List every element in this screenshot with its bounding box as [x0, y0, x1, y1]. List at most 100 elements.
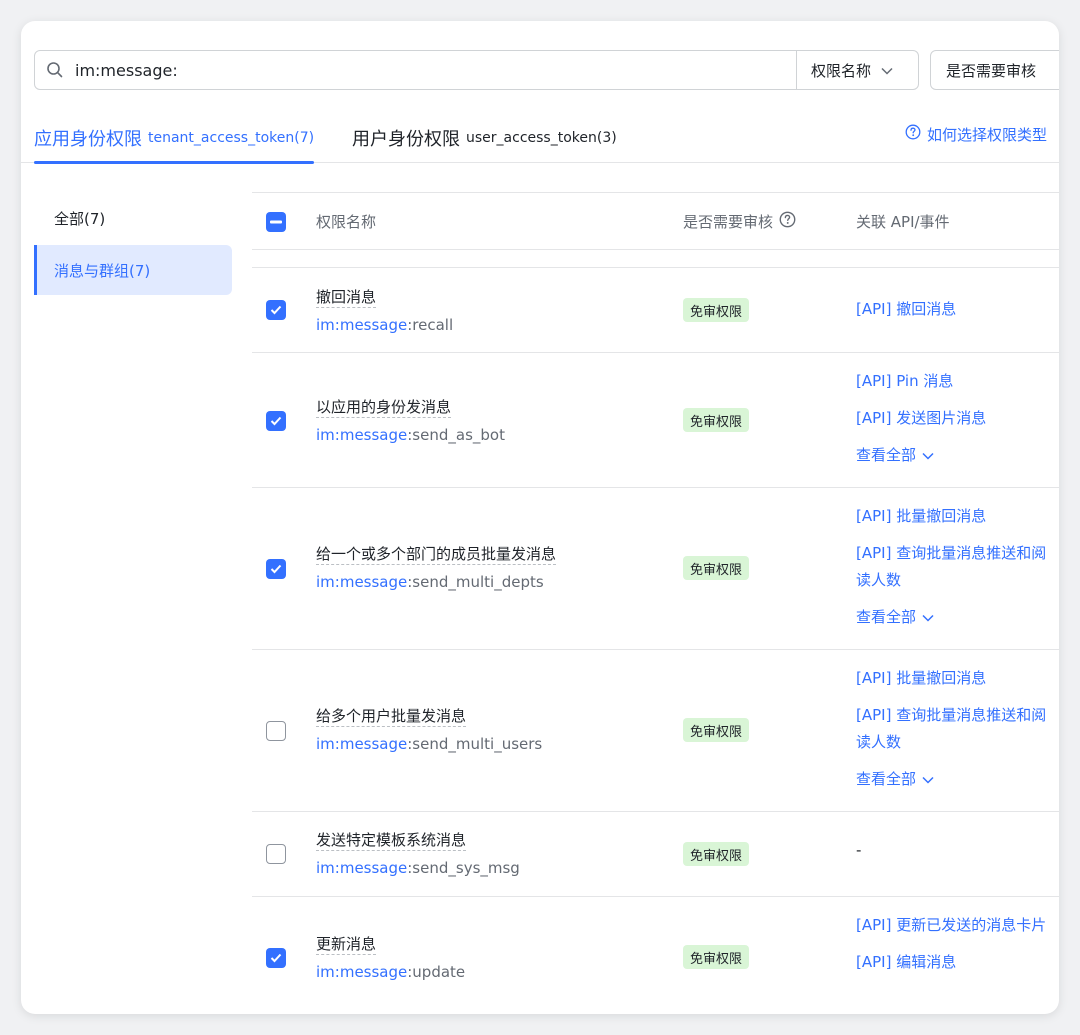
sidebar-item-label: 全部(7): [54, 209, 106, 228]
permission-cell: 发送特定模板系统消息 im:message:send_sys_msg: [316, 830, 520, 878]
view-all-label: 查看全部: [856, 770, 917, 788]
sidebar-item-messages-groups[interactable]: 消息与群组(7): [34, 245, 232, 295]
permission-name: 发送特定模板系统消息: [316, 831, 467, 851]
permission-name: 给一个或多个部门的成员批量发消息: [316, 545, 557, 565]
permission-namespace: im:message: [316, 963, 408, 981]
view-all-link[interactable]: 查看全部: [856, 442, 1056, 469]
permission-scope: :send_sys_msg: [407, 859, 520, 877]
chevron-down-icon: [922, 766, 934, 793]
tab-tenant-access-token[interactable]: 应用身份权限 tenant_access_token(7): [34, 113, 315, 164]
no-api-placeholder: -: [856, 841, 862, 859]
token-tabs: 应用身份权限 tenant_access_token(7) 用户身份权限 use…: [21, 113, 1059, 164]
api-link[interactable]: [API] 查询批量消息推送和阅读人数: [856, 540, 1056, 594]
related-api-list: [API] 批量撤回消息 [API] 查询批量消息推送和阅读人数 查看全部: [856, 503, 1056, 631]
status-badge: 免审权限: [683, 945, 750, 969]
search-field-select[interactable]: 权限名称: [797, 51, 918, 89]
table-spacer: [252, 250, 1059, 268]
row-checkbox[interactable]: [266, 411, 286, 431]
permission-scope: :update: [407, 963, 466, 981]
api-link[interactable]: [API] 批量撤回消息: [856, 503, 1056, 530]
question-circle-icon[interactable]: [779, 211, 796, 232]
api-link[interactable]: [API] 发送图片消息: [856, 405, 1056, 432]
question-circle-icon: [905, 124, 921, 144]
table-row: 撤回消息 im:message:recall 免审权限 [API] 撤回消息: [252, 268, 1059, 353]
status-badge: 免审权限: [683, 842, 750, 866]
status-badge: 免审权限: [683, 298, 750, 322]
help-link-label: 如何选择权限类型: [927, 125, 1048, 144]
permission-cell: 以应用的身份发消息 im:message:send_as_bot: [316, 397, 505, 445]
chevron-down-icon: [922, 604, 934, 631]
permission-namespace: im:message: [316, 735, 408, 753]
chevron-down-icon: [922, 442, 934, 469]
api-link[interactable]: [API] 更新已发送的消息卡片: [856, 912, 1056, 939]
category-sidebar: 全部(7) 消息与群组(7): [34, 193, 232, 295]
table-row: 发送特定模板系统消息 im:message:send_sys_msg 免审权限 …: [252, 812, 1059, 897]
permission-namespace: im:message: [316, 316, 408, 334]
table-row: 给一个或多个部门的成员批量发消息 im:message:send_multi_d…: [252, 488, 1059, 650]
permission-code: im:message:send_multi_depts: [316, 572, 556, 592]
permission-panel: 权限名称 是否需要审核 应用身份权限 tenant_access_token(7…: [21, 21, 1059, 1014]
permission-code: im:message:send_multi_users: [316, 734, 542, 754]
related-api-list: [API] 批量撤回消息 [API] 查询批量消息推送和阅读人数 查看全部: [856, 665, 1056, 793]
search-icon: [35, 51, 75, 89]
permission-code: im:message:send_as_bot: [316, 425, 505, 445]
row-checkbox[interactable]: [266, 559, 286, 579]
status-badge: 免审权限: [683, 556, 750, 580]
row-checkbox[interactable]: [266, 948, 286, 968]
permission-name: 更新消息: [316, 935, 377, 955]
view-all-label: 查看全部: [856, 608, 917, 626]
tab-label: 用户身份权限: [352, 129, 460, 150]
view-all-link[interactable]: 查看全部: [856, 766, 1056, 793]
search-input[interactable]: [75, 60, 796, 80]
view-all-link[interactable]: 查看全部: [856, 604, 1056, 631]
status-badge: 免审权限: [683, 408, 750, 432]
permission-namespace: im:message: [316, 426, 408, 444]
related-api-list: [API] 撤回消息: [856, 296, 1056, 323]
table-row: 更新消息 im:message:update 免审权限 [API] 更新已发送的…: [252, 897, 1059, 1014]
header-permission-name: 权限名称: [316, 212, 377, 231]
row-checkbox[interactable]: [266, 300, 286, 320]
review-filter-label: 是否需要审核: [946, 61, 1037, 80]
permission-namespace: im:message: [316, 859, 408, 877]
tab-user-access-token[interactable]: 用户身份权限 user_access_token(3): [352, 113, 617, 163]
help-link[interactable]: 如何选择权限类型: [905, 113, 1047, 155]
permission-scope: :send_multi_users: [407, 735, 543, 753]
related-api-list: -: [856, 840, 1056, 859]
permission-scope: :recall: [407, 316, 454, 334]
table-header: 权限名称 是否需要审核 关联 API/事件: [252, 192, 1059, 250]
view-all-label: 查看全部: [856, 446, 917, 464]
related-api-list: [API] 更新已发送的消息卡片 [API] 编辑消息: [856, 912, 1056, 976]
permission-name: 给多个用户批量发消息: [316, 707, 467, 727]
permission-namespace: im:message: [316, 573, 408, 591]
api-link[interactable]: [API] Pin 消息: [856, 368, 1056, 395]
sidebar-item-all[interactable]: 全部(7): [34, 193, 232, 243]
permission-name: 撤回消息: [316, 288, 377, 308]
permission-scope: :send_multi_depts: [407, 573, 544, 591]
tab-sublabel: tenant_access_token(7): [148, 130, 315, 146]
tab-sublabel: user_access_token(3): [466, 130, 617, 146]
permission-cell: 给多个用户批量发消息 im:message:send_multi_users: [316, 706, 542, 754]
permission-table: 权限名称 是否需要审核 关联 API/事件 撤回消息 im:message:re…: [252, 192, 1059, 1014]
header-review-label: 是否需要审核: [683, 212, 774, 231]
status-badge: 免审权限: [683, 718, 750, 742]
table-row: 以应用的身份发消息 im:message:send_as_bot 免审权限 [A…: [252, 353, 1059, 488]
permission-code: im:message:send_sys_msg: [316, 858, 520, 878]
tab-label: 应用身份权限: [34, 129, 142, 150]
api-link[interactable]: [API] 批量撤回消息: [856, 665, 1056, 692]
search-bar: 权限名称: [34, 50, 919, 90]
permission-scope: :send_as_bot: [407, 426, 505, 444]
api-link[interactable]: [API] 撤回消息: [856, 296, 1056, 323]
permission-cell: 给一个或多个部门的成员批量发消息 im:message:send_multi_d…: [316, 544, 557, 592]
review-filter-select[interactable]: 是否需要审核: [930, 50, 1059, 90]
search-field-select-label: 权限名称: [811, 61, 872, 80]
chevron-down-icon: [881, 61, 893, 79]
row-checkbox[interactable]: [266, 721, 286, 741]
header-review: 是否需要审核: [683, 211, 796, 232]
api-link[interactable]: [API] 查询批量消息推送和阅读人数: [856, 702, 1056, 756]
select-all-checkbox[interactable]: [266, 212, 286, 232]
api-link[interactable]: [API] 编辑消息: [856, 949, 1056, 976]
row-checkbox[interactable]: [266, 844, 286, 864]
permission-name: 以应用的身份发消息: [316, 398, 452, 418]
permission-cell: 撤回消息 im:message:recall: [316, 287, 453, 335]
permission-code: im:message:recall: [316, 315, 453, 335]
